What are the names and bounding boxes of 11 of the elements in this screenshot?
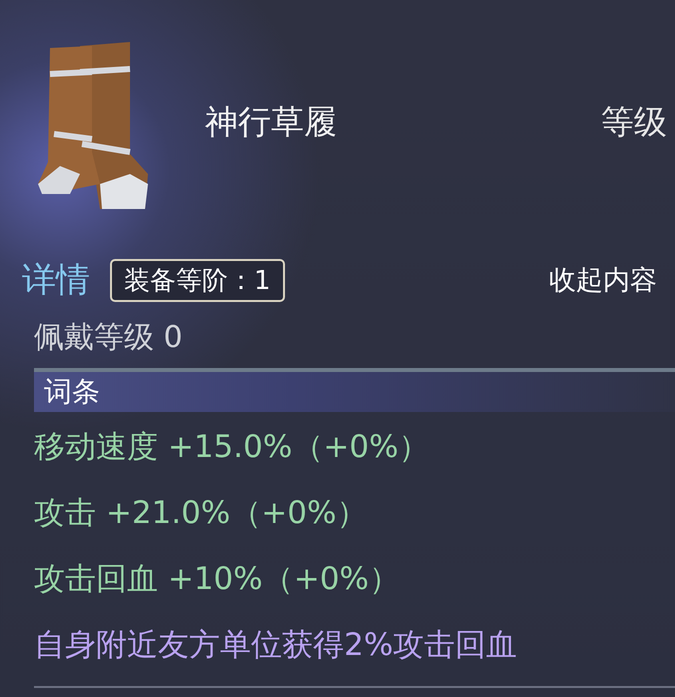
requirement-text: 佩戴等级 0: [33, 319, 184, 357]
stat-line: 攻击回血 +10%（+0%）: [33, 560, 401, 599]
details-tab[interactable]: 详情: [22, 257, 90, 303]
stat-line: 攻击 +21.0%（+0%）: [33, 494, 368, 533]
section-title: 词条: [44, 374, 100, 410]
collapse-button[interactable]: 收起内容: [549, 262, 657, 298]
level-label: 等级: [601, 101, 667, 143]
stat-line: 移动速度 +15.0%（+0%）: [33, 428, 430, 467]
effect-text: 自身附近友方单位获得2%攻击回血: [33, 626, 518, 665]
item-name: 神行草履: [205, 101, 338, 143]
tier-badge: 装备等阶：1: [110, 258, 285, 302]
